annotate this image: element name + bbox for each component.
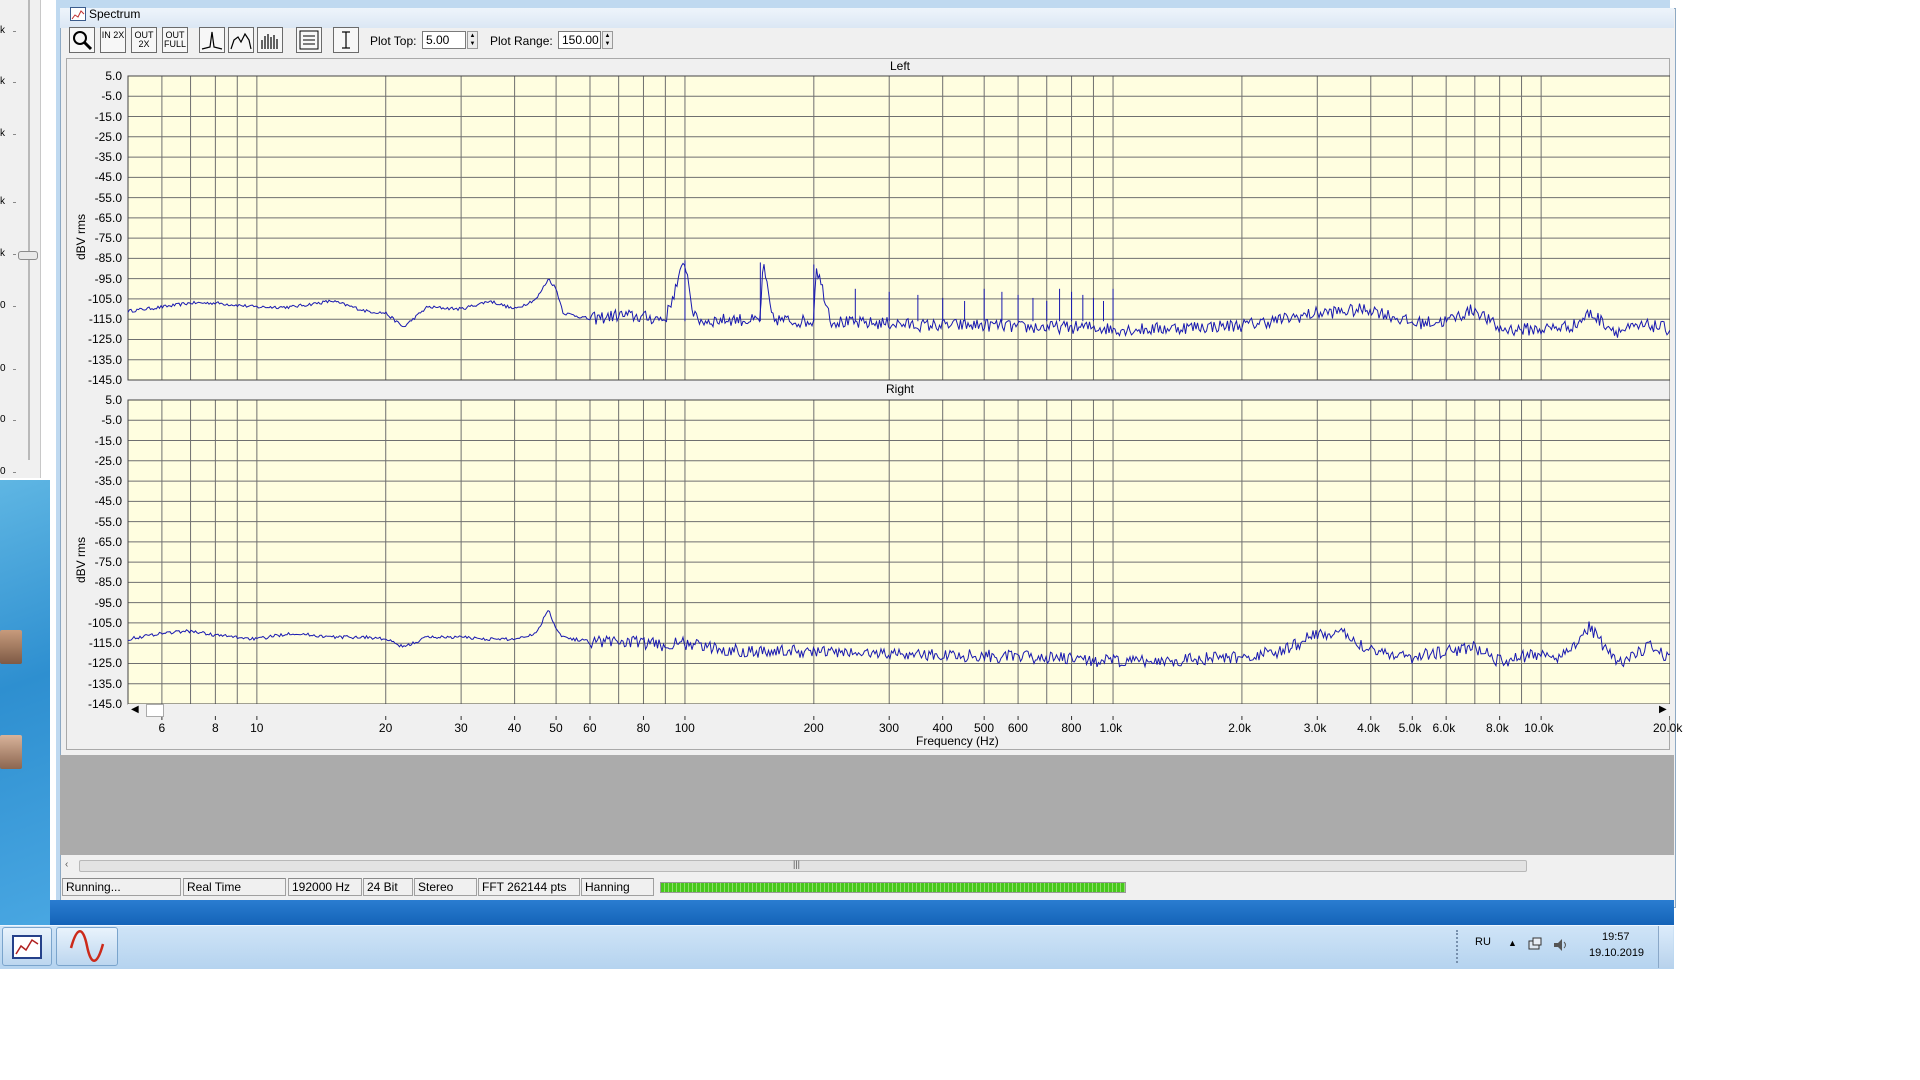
y-tick-label: -25.0	[94, 453, 122, 468]
plot-background	[128, 400, 1670, 704]
clock-time[interactable]: 19:57	[1602, 931, 1630, 943]
x-tick-label: 30	[454, 721, 468, 735]
plot-background	[128, 76, 1670, 380]
taskbar-grip	[1456, 930, 1462, 963]
y-tick-label: 5.0	[105, 393, 122, 407]
y-tick-label: -25.0	[94, 129, 122, 144]
x-tick-label: 800	[1061, 721, 1082, 735]
chart-scroll-left-icon[interactable]: ◀	[131, 704, 139, 715]
y-tick-label: 5.0	[105, 69, 122, 83]
acquisition-progress-bar	[660, 882, 1126, 893]
scroll-left-icon[interactable]: ‹	[65, 859, 68, 870]
status-bit-depth: 24 Bit	[363, 878, 413, 896]
show-desktop-button[interactable]	[1658, 926, 1673, 968]
y-tick-label: -35.0	[94, 150, 122, 165]
taskbar	[0, 925, 1674, 969]
scroll-thumb[interactable]	[79, 860, 1527, 872]
x-tick-label: 20.0k	[1653, 721, 1683, 735]
y-tick-label: -5.0	[101, 413, 122, 428]
chart-scroll-right-icon[interactable]: ▶	[1659, 704, 1667, 715]
x-tick-label: 8	[211, 721, 219, 735]
empty-workspace	[60, 755, 1674, 855]
status-window-fn: Hanning	[581, 878, 654, 896]
y-tick-label: -55.0	[94, 514, 122, 529]
y-tick-label: -85.0	[94, 575, 122, 590]
tray-expand-icon[interactable]: ▲	[1508, 938, 1517, 948]
x-tick-label: 4.0k	[1357, 721, 1380, 735]
y-tick-label: -95.0	[94, 595, 122, 610]
right-y-axis-title: dBV rms	[74, 536, 88, 583]
y-tick-label: -145.0	[87, 697, 122, 711]
y-tick-label: -75.0	[94, 231, 122, 246]
y-tick-label: -75.0	[94, 555, 122, 570]
status-channels: Stereo	[414, 878, 477, 896]
y-tick-label: -135.0	[87, 676, 122, 691]
y-tick-label: -85.0	[94, 251, 122, 266]
x-axis-title: Frequency (Hz)	[916, 734, 999, 748]
language-indicator[interactable]: RU	[1475, 936, 1491, 948]
y-tick-label: -105.0	[87, 615, 122, 630]
x-tick-label: 600	[1007, 721, 1028, 735]
x-tick-label: 6.0k	[1432, 721, 1456, 735]
status-fft-size: FFT 262144 pts	[478, 878, 580, 896]
x-tick-label: 8.0k	[1486, 721, 1509, 735]
y-tick-label: -125.0	[87, 332, 122, 347]
spectrum-charts[interactable]	[0, 0, 1670, 760]
clock-date[interactable]: 19.10.2019	[1589, 947, 1644, 959]
x-tick-label: 3.0k	[1303, 721, 1327, 735]
y-tick-label: -65.0	[94, 210, 122, 225]
x-tick-label: 300	[879, 721, 900, 735]
y-tick-label: -105.0	[87, 291, 122, 306]
y-tick-label: -65.0	[94, 534, 122, 549]
x-tick-label: 1.0k	[1099, 721, 1123, 735]
y-tick-label: -145.0	[87, 373, 122, 387]
y-tick-label: -95.0	[94, 271, 122, 286]
x-tick-label: 100	[674, 721, 695, 735]
volume-icon[interactable]	[1552, 937, 1570, 958]
y-tick-label: -125.0	[87, 656, 122, 671]
desktop-strip	[50, 900, 1674, 925]
status-mode: Real Time	[183, 878, 286, 896]
status-sample-rate: 192000 Hz	[288, 878, 362, 896]
y-tick-label: -115.0	[88, 636, 122, 651]
scroll-grip: |||	[793, 859, 801, 869]
spectrum-app-icon	[12, 935, 42, 959]
x-tick-label: 200	[803, 721, 824, 735]
y-tick-label: -15.0	[94, 109, 122, 124]
x-tick-label: 10.0k	[1524, 721, 1554, 735]
x-tick-label: 50	[549, 721, 563, 735]
y-tick-label: -35.0	[94, 474, 122, 489]
x-tick-label: 20	[378, 721, 393, 735]
y-tick-label: -45.0	[94, 494, 122, 509]
x-tick-label: 6	[158, 721, 166, 735]
x-tick-label: 2.0k	[1228, 721, 1251, 735]
x-tick-label: 400	[932, 721, 953, 735]
x-tick-label: 60	[583, 721, 597, 735]
left-y-axis-title: dBV rms	[74, 213, 88, 260]
x-tick-label: 5.0k	[1398, 721, 1422, 735]
y-tick-label: -135.0	[87, 352, 122, 367]
x-tick-label: 80	[636, 721, 651, 735]
chart-scrollbar[interactable]	[128, 704, 1670, 716]
y-tick-label: -55.0	[94, 190, 122, 205]
taskbar-generator-app[interactable]	[56, 927, 118, 966]
x-tick-label: 40	[507, 721, 522, 735]
y-tick-label: -15.0	[94, 433, 122, 448]
y-tick-label: -5.0	[101, 89, 122, 104]
network-icon[interactable]	[1527, 937, 1543, 958]
status-state: Running...	[62, 878, 181, 896]
taskbar-spectrum-app[interactable]	[2, 927, 52, 966]
sine-wave-icon	[69, 930, 105, 962]
x-tick-label: 500	[973, 721, 994, 735]
y-tick-label: -45.0	[94, 170, 122, 185]
chart-scroll-thumb[interactable]	[146, 704, 164, 717]
y-tick-label: -115.0	[88, 312, 122, 327]
x-tick-label: 10	[250, 721, 264, 735]
